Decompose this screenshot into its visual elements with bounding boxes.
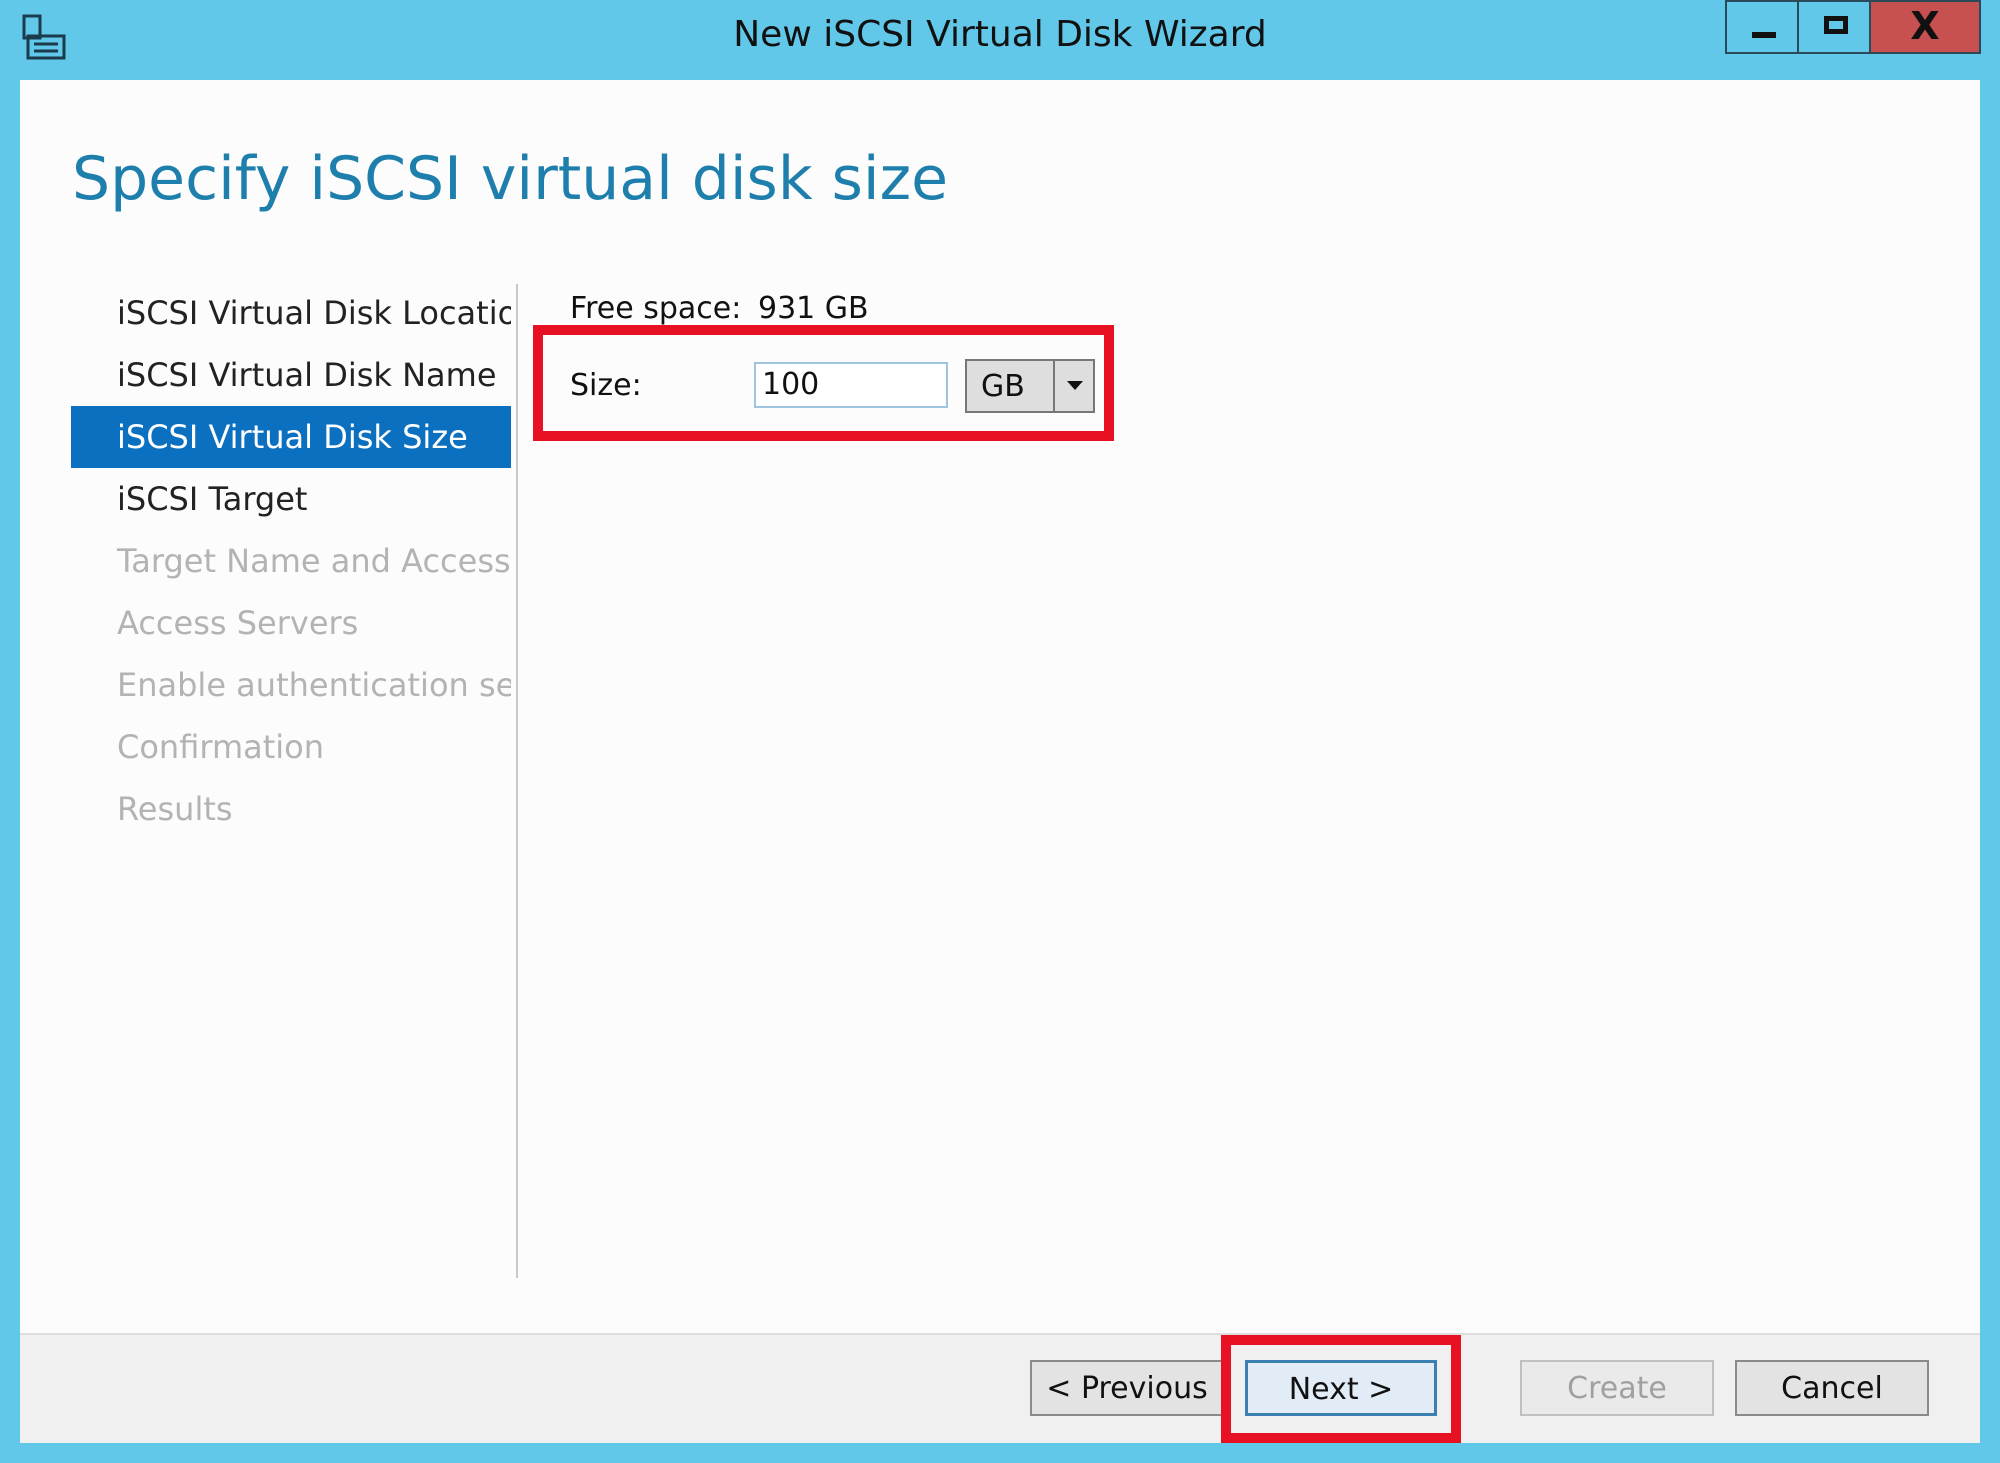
minimize-icon xyxy=(1752,32,1776,38)
window-title: New iSCSI Virtual Disk Wizard xyxy=(733,14,1267,55)
nav-item-iscsi-target[interactable]: iSCSI Target xyxy=(71,468,511,530)
page-title: Specify iSCSI virtual disk size xyxy=(72,144,948,214)
cancel-button[interactable]: Cancel xyxy=(1735,1360,1929,1416)
minimize-button[interactable] xyxy=(1725,0,1799,54)
nav-divider xyxy=(516,284,518,1278)
create-button: Create xyxy=(1520,1360,1714,1416)
maximize-icon xyxy=(1824,16,1848,34)
free-space-label: Free space: xyxy=(570,291,742,326)
nav-item-disk-size[interactable]: iSCSI Virtual Disk Size xyxy=(71,406,511,468)
close-button[interactable]: X xyxy=(1869,0,1981,54)
next-highlight-box xyxy=(1221,1335,1461,1443)
nav-item-access-servers: Access Servers xyxy=(117,604,359,642)
free-space-value: 931 GB xyxy=(758,291,869,326)
wizard-content: Specify iSCSI virtual disk size iSCSI Vi… xyxy=(20,80,1980,1333)
nav-item-target-name-access: Target Name and Access xyxy=(117,542,511,580)
nav-item-enable-authentication: Enable authentication ser... xyxy=(117,666,511,704)
nav-item-confirmation: Confirmation xyxy=(117,728,325,766)
wizard-steps-nav: iSCSI Virtual Disk Location iSCSI Virtua… xyxy=(71,282,511,840)
size-highlight-box xyxy=(533,325,1114,441)
nav-item-disk-location[interactable]: iSCSI Virtual Disk Location xyxy=(71,282,511,344)
title-bar: New iSCSI Virtual Disk Wizard X xyxy=(0,0,2000,80)
nav-item-disk-name[interactable]: iSCSI Virtual Disk Name xyxy=(71,344,511,406)
previous-button[interactable]: < Previous xyxy=(1030,1360,1224,1416)
nav-item-results: Results xyxy=(117,790,233,828)
close-icon: X xyxy=(1910,4,1940,48)
maximize-button[interactable] xyxy=(1797,0,1871,54)
